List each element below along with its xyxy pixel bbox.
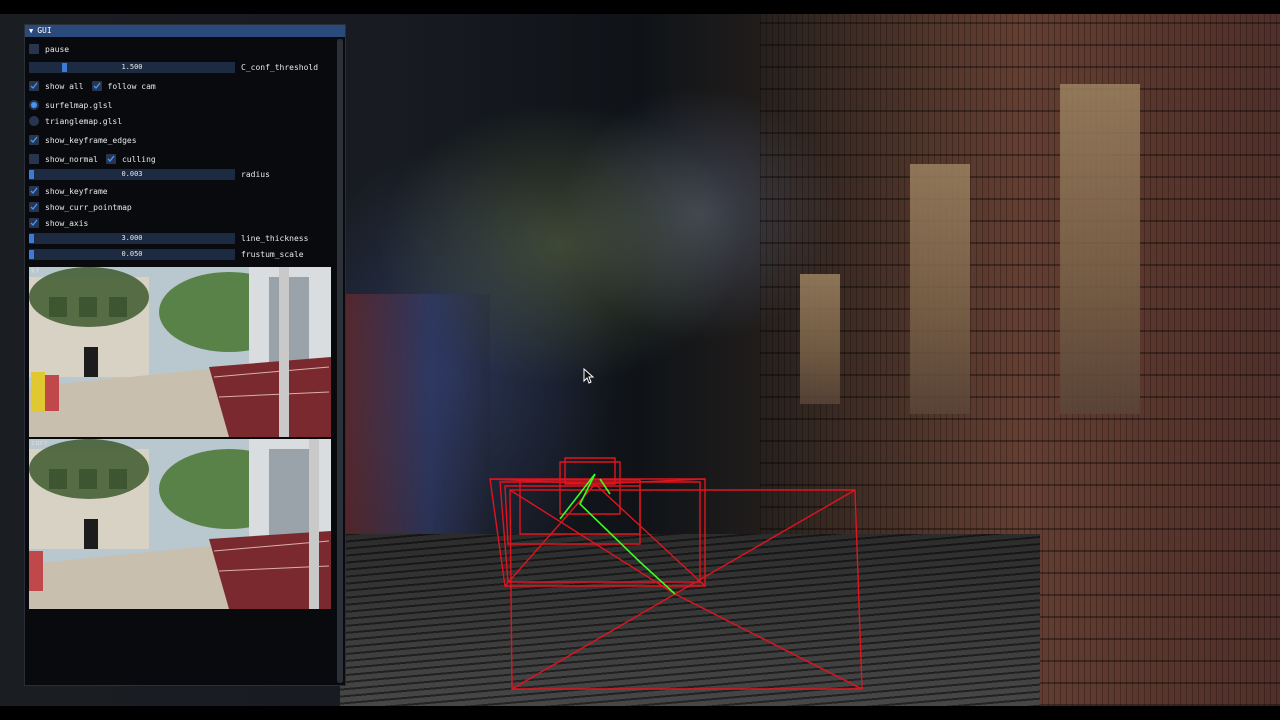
checkmark-icon: [30, 187, 38, 195]
show-curr-pointmap-checkbox[interactable]: [29, 202, 39, 212]
conf-threshold-slider[interactable]: 1.500: [29, 62, 235, 73]
line-thickness-slider[interactable]: 3.000: [29, 233, 235, 244]
slider-grab[interactable]: [29, 170, 34, 179]
gui-title: GUI: [37, 26, 52, 35]
frustum-scale-label: frustum_scale: [241, 250, 304, 259]
bottom-letterbox: [0, 706, 1280, 720]
collapse-arrow-icon[interactable]: ▼: [29, 25, 33, 37]
shader-option-surfelmap[interactable]: surfelmap.glsl: [29, 99, 112, 111]
gui-window[interactable]: ▼ GUI pause 1.500 C_conf_threshold show a…: [24, 24, 346, 686]
show-curr-pointmap-label: show_curr_pointmap: [45, 202, 132, 212]
trianglemap-label: trianglemap.glsl: [45, 116, 123, 126]
show-axis-checkbox[interactable]: [29, 218, 39, 228]
scrollbar-thumb[interactable]: [337, 39, 343, 683]
radius-value: 0.003: [121, 170, 143, 178]
radius-slider[interactable]: 0.003: [29, 169, 235, 180]
pause-checkbox[interactable]: [29, 44, 39, 54]
frustum-scale-value: 0.050: [121, 250, 143, 258]
show-keyframe-checkbox[interactable]: [29, 186, 39, 196]
show-axis-row[interactable]: show_axis: [29, 217, 88, 229]
surfelmap-label: surfelmap.glsl: [45, 100, 113, 110]
show-normal-label: show_normal: [45, 154, 98, 164]
line-thickness-label: line_thickness: [241, 234, 309, 243]
show-normal-row[interactable]: show_normal culling: [29, 153, 156, 165]
top-letterbox: [0, 0, 1280, 14]
slider-grab[interactable]: [29, 234, 34, 243]
culling-checkbox[interactable]: [105, 154, 116, 164]
conf-threshold-label: C_conf_threshold: [241, 63, 319, 72]
show-all-row[interactable]: show all follow cam: [29, 80, 156, 92]
pause-row[interactable]: pause: [29, 43, 69, 55]
show-all-label: show all: [45, 81, 84, 91]
current-image: curr: [29, 439, 331, 609]
line-thickness-value: 3.000: [121, 234, 143, 242]
show-all-checkbox[interactable]: [29, 81, 39, 91]
curr-label: curr: [31, 439, 48, 447]
conf-threshold-value: 1.500: [121, 63, 143, 71]
checkmark-icon: [30, 136, 38, 144]
gui-title-bar[interactable]: ▼ GUI: [25, 25, 345, 37]
frustum-scale-slider[interactable]: 0.050: [29, 249, 235, 260]
culling-label: culling: [121, 154, 156, 164]
keyframe-image: kf: [29, 267, 331, 437]
show-keyframe-label: show_keyframe: [45, 186, 108, 196]
checkmark-icon: [93, 82, 101, 90]
show-normal-checkbox[interactable]: [29, 154, 39, 164]
keyframe-photo: [29, 267, 331, 437]
surfelmap-radio[interactable]: [29, 100, 39, 110]
radius-label: radius: [241, 170, 270, 179]
pause-label: pause: [45, 44, 70, 54]
checkmark-icon: [30, 203, 38, 211]
show-axis-label: show_axis: [45, 218, 89, 228]
gui-scrollbar[interactable]: [337, 39, 343, 683]
checkmark-icon: [30, 82, 38, 90]
mouse-cursor-icon: [583, 368, 595, 384]
show-keyframe-edges-checkbox[interactable]: [29, 135, 39, 145]
shader-option-trianglemap[interactable]: trianglemap.glsl: [29, 115, 122, 127]
checkmark-icon: [30, 219, 38, 227]
show-keyframe-row[interactable]: show_keyframe: [29, 185, 108, 197]
slider-grab[interactable]: [62, 63, 67, 72]
show-curr-pointmap-row[interactable]: show_curr_pointmap: [29, 201, 132, 213]
kf-label: kf: [31, 267, 40, 275]
current-frame-photo: [29, 439, 331, 609]
slider-grab[interactable]: [29, 250, 34, 259]
follow-cam-checkbox[interactable]: [91, 81, 102, 91]
follow-cam-label: follow cam: [107, 81, 156, 91]
show-keyframe-edges-label: show_keyframe_edges: [45, 135, 137, 145]
trianglemap-radio[interactable]: [29, 116, 39, 126]
checkmark-icon: [107, 155, 115, 163]
show-keyframe-edges-row[interactable]: show_keyframe_edges: [29, 134, 137, 146]
